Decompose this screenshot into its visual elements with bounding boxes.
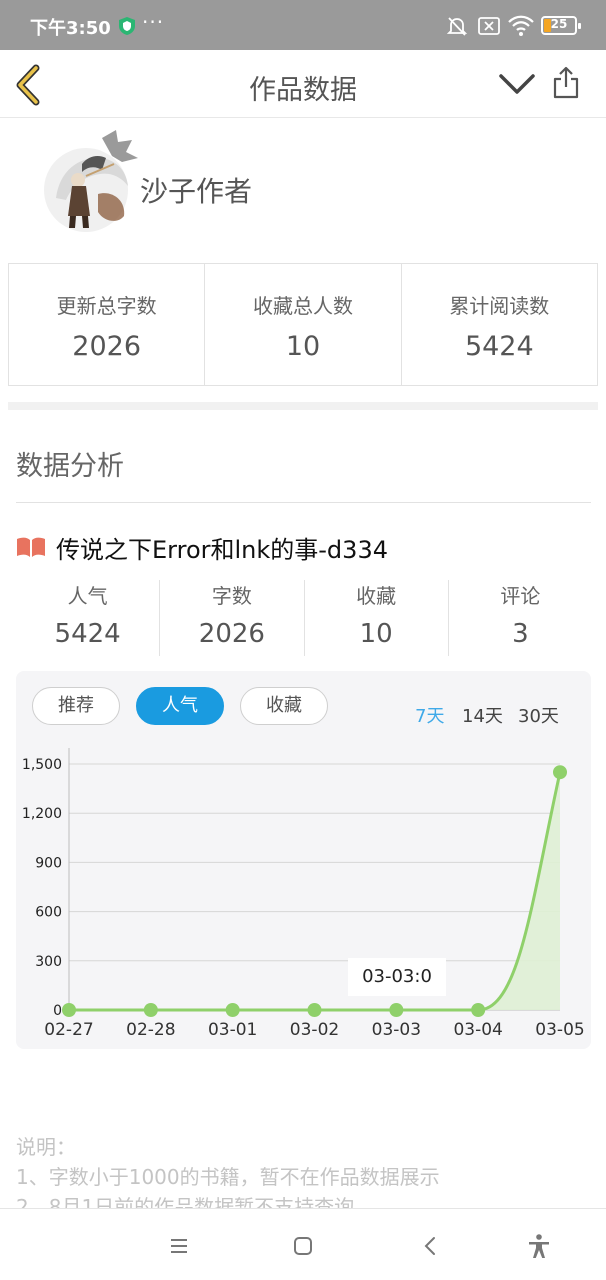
stat-label: 人气 [67, 584, 108, 608]
battery-icon: 25 [541, 16, 581, 35]
data-point[interactable] [389, 1003, 404, 1017]
shield-icon [119, 17, 135, 35]
wifi-icon [508, 15, 534, 36]
x-tick-label: 02-27 [44, 1020, 93, 1040]
system-nav-bar [0, 1208, 606, 1280]
data-point[interactable] [553, 765, 567, 780]
notes-title: 说明： [16, 1135, 76, 1159]
stat-label: 收藏 [356, 584, 397, 608]
stat-value: 5424 [464, 331, 534, 362]
stat-value: 10 [285, 331, 321, 362]
data-point[interactable] [143, 1003, 158, 1017]
book-title: 传说之下Error和lnk的事-d334 [56, 535, 388, 564]
battery-percent: 25 [550, 17, 568, 31]
stat-value: 2026 [198, 619, 265, 649]
mute-bell-icon [446, 17, 468, 36]
y-tick-label: 1,200 [22, 806, 62, 822]
stat-label: 累计阅读数 [449, 294, 550, 318]
book-stat-words: 字数 2026 [160, 580, 305, 656]
x-tick-label: 03-01 [208, 1020, 257, 1040]
popularity-chart[interactable]: 0 300 600 900 1,200 1,500 02-27 02-28 03-01 03-0… [16, 671, 591, 1049]
back-icon[interactable] [416, 1231, 446, 1261]
stat-label: 字数 [211, 584, 252, 608]
author-header: 沙子作者 [0, 118, 606, 260]
section-title: 数据分析 [16, 451, 124, 482]
y-tick-label: 0 [53, 1003, 62, 1019]
chart-series-line [69, 771, 562, 1012]
divider-line [16, 502, 591, 503]
stat-label: 更新总字数 [56, 294, 157, 318]
y-tick-label: 300 [35, 954, 62, 970]
open-book-icon [17, 537, 45, 557]
book-stat-comments: 评论 3 [449, 580, 592, 656]
note-item: 1、字数小于1000的书籍，暂不在作品数据展示 [16, 1165, 440, 1189]
sim-x-icon [478, 17, 500, 35]
stat-value: 2026 [72, 331, 142, 362]
accessibility-icon[interactable] [524, 1231, 554, 1261]
chart-tooltip: 03-03:0 [348, 958, 446, 996]
share-icon[interactable] [551, 66, 581, 100]
status-more-dots: ··· [142, 10, 165, 34]
chart-area-fill [69, 772, 560, 1010]
book-stats: 人气 5424 字数 2026 收藏 10 评论 3 [16, 580, 592, 656]
data-point[interactable] [62, 1003, 76, 1017]
status-bar: 下午3:50 ··· 25 [0, 0, 606, 50]
stat-label: 评论 [500, 584, 541, 608]
book-stat-popularity: 人气 5424 [16, 580, 161, 656]
stat-total-favorites: 收藏总人数 10 [205, 264, 402, 385]
stat-value: 10 [359, 619, 393, 649]
menu-icon[interactable] [164, 1231, 194, 1261]
home-square-icon[interactable] [288, 1231, 318, 1261]
stat-total-words: 更新总字数 2026 [9, 264, 206, 385]
notes: 说明： 1、字数小于1000的书籍，暂不在作品数据展示 2、8月1日前的作品数据… [16, 1132, 596, 1210]
data-point[interactable] [471, 1003, 486, 1017]
nav-bar: 作品数据 [0, 50, 606, 118]
y-tick-label: 900 [35, 855, 62, 871]
stat-value: 3 [512, 619, 529, 649]
x-tick-label: 03-05 [535, 1020, 584, 1040]
x-tick-label: 03-04 [453, 1020, 502, 1040]
x-tick-label: 02-28 [126, 1020, 175, 1040]
stat-total-reads: 累计阅读数 5424 [402, 264, 597, 385]
y-tick-label: 1,500 [22, 757, 62, 773]
data-point[interactable] [307, 1003, 322, 1017]
chevron-down-icon[interactable] [498, 70, 536, 98]
status-time: 下午3:50 [30, 18, 111, 39]
avatar[interactable] [42, 128, 140, 238]
x-tick-label: 03-02 [290, 1020, 339, 1040]
book-stat-favorites: 收藏 10 [305, 580, 449, 656]
data-point[interactable] [225, 1003, 240, 1017]
section-divider [8, 402, 598, 410]
y-tick-label: 600 [35, 905, 62, 921]
summary-stats: 更新总字数 2026 收藏总人数 10 累计阅读数 5424 [8, 263, 598, 386]
x-tick-label: 03-03 [372, 1020, 421, 1040]
book-title-row[interactable]: 传说之下Error和lnk的事-d334 [16, 530, 388, 564]
author-name: 沙子作者 [140, 175, 253, 208]
chart-card: 推荐 人气 收藏 7天 14天 30天 0 300 600 900 1,200 1,500… [16, 671, 591, 1049]
stat-label: 收藏总人数 [252, 294, 353, 318]
stat-value: 5424 [54, 619, 121, 649]
